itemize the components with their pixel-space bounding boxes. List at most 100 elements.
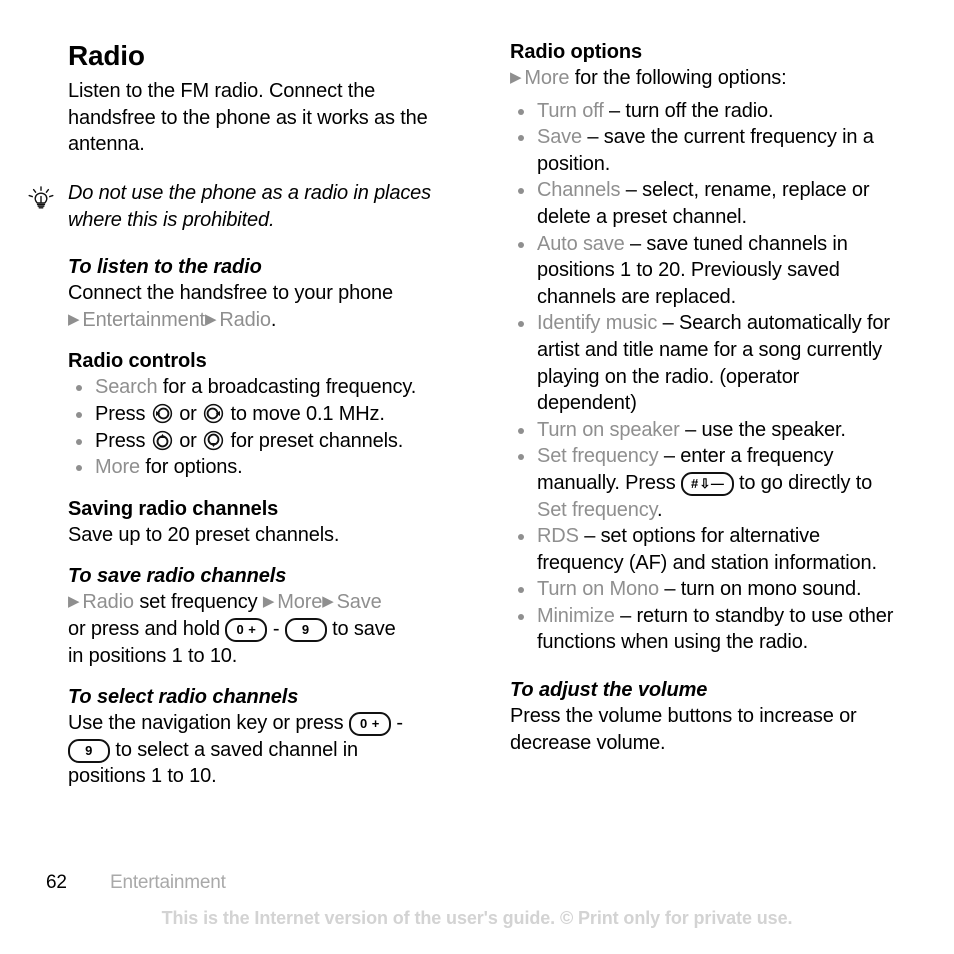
ui-term-turn-on-speaker: Turn on speaker bbox=[537, 418, 680, 441]
path-arrow-icon-2: ▶ bbox=[204, 310, 217, 328]
list-item: More for options. bbox=[68, 454, 458, 481]
ui-term-more: More bbox=[524, 67, 570, 89]
nav-key-up-icon bbox=[152, 430, 173, 451]
list-item: Set frequency – enter a frequency manual… bbox=[510, 443, 900, 523]
key-range-dash: - bbox=[267, 617, 285, 640]
nav-key-left-icon bbox=[152, 403, 173, 424]
list-item: Search for a broadcasting frequency. bbox=[68, 374, 458, 401]
set-frequency-text: set frequency bbox=[133, 591, 263, 614]
list-item: Press or to move 0.1 MHz. bbox=[68, 401, 458, 428]
save-radio-channels-body: ▶ Radio set frequency ▶ More▶ Save or press… bbox=[68, 589, 458, 669]
keycap-hash: #—⇩ bbox=[680, 471, 734, 496]
footer-disclaimer: This is the Internet version of the user… bbox=[161, 908, 793, 928]
list-item: Turn on Mono – turn on mono sound. bbox=[510, 576, 900, 603]
footer-chapter-name: Entertainment bbox=[110, 872, 226, 893]
list-item-text-c: . bbox=[656, 498, 663, 521]
list-item: Channels – select, rename, replace or de… bbox=[510, 177, 900, 230]
ui-term-turn-off: Turn off bbox=[537, 99, 604, 122]
lightbulb-icon bbox=[26, 184, 56, 214]
ui-term-turn-on-mono: Turn on Mono bbox=[537, 578, 659, 601]
heading-to-save-radio-channels: To save radio channels bbox=[68, 565, 287, 588]
list-item-mid: or bbox=[173, 402, 203, 425]
path-arrow-icon-2: ▶ bbox=[262, 593, 275, 611]
ui-term-search: Search bbox=[95, 376, 158, 399]
list-item: Turn on speaker – use the speaker. bbox=[510, 417, 900, 444]
page-number: 62 bbox=[46, 872, 67, 893]
list-item-text: for a broadcasting frequency. bbox=[157, 376, 417, 399]
ui-term-set-frequency: Set frequency bbox=[537, 445, 659, 468]
list-item: Turn off – turn off the radio. bbox=[510, 98, 900, 125]
list-item-text: for options. bbox=[139, 456, 243, 479]
select-tail-3: positions 1 to 10. bbox=[68, 765, 217, 788]
radio-options-lead: ▶ More for the following options: bbox=[510, 65, 900, 92]
ui-term-minimize: Minimize bbox=[537, 604, 615, 627]
key-range-dash: - bbox=[390, 712, 403, 735]
list-item: RDS – set options for alternative freque… bbox=[510, 523, 900, 576]
select-tail-2: to select a saved channel in bbox=[110, 738, 359, 761]
list-item-text: for preset channels. bbox=[225, 429, 404, 452]
list-item-text: – save the current frequency in a positi… bbox=[537, 126, 874, 175]
page-title: Radio bbox=[68, 40, 145, 71]
list-item-prefix: Press bbox=[95, 402, 151, 425]
ui-term-radio: Radio bbox=[219, 308, 271, 331]
list-item-text: – set options for alternative frequency … bbox=[537, 525, 877, 574]
list-item-text: – turn off the radio. bbox=[603, 99, 774, 122]
tip-text: Do not use the phone as a radio in place… bbox=[68, 181, 431, 231]
list-item: Identify music – Search automatically fo… bbox=[510, 310, 900, 416]
ui-term-more: More bbox=[95, 456, 140, 479]
ui-term-channels: Channels bbox=[537, 179, 621, 202]
ui-term-set-frequency-2: Set frequency bbox=[537, 498, 657, 521]
keycap-9: 9 bbox=[284, 617, 327, 642]
list-item-text: – turn on mono sound. bbox=[658, 578, 862, 601]
list-item: Press or for preset channels. bbox=[68, 428, 458, 455]
path-arrow-icon: ▶ bbox=[68, 310, 80, 328]
nav-key-down-icon bbox=[203, 430, 224, 451]
heading-radio-controls: Radio controls bbox=[68, 350, 207, 373]
heading-saving-radio-channels: Saving radio channels bbox=[68, 497, 279, 520]
saving-radio-channels-text: Save up to 20 preset channels. bbox=[68, 523, 340, 546]
save-tail-1: or press and hold bbox=[68, 617, 226, 640]
ui-term-more: More bbox=[277, 591, 323, 614]
ui-term-identify-music: Identify music bbox=[537, 312, 658, 335]
heading-to-select-radio-channels: To select radio channels bbox=[68, 686, 299, 709]
listen-instruction-line: Connect the handsfree to your phone ▶ Ent… bbox=[68, 280, 458, 333]
list-item-text: to move 0.1 MHz. bbox=[225, 402, 385, 425]
list-item: Save – save the current frequency in a p… bbox=[510, 124, 900, 177]
path-arrow-icon: ▶ bbox=[68, 593, 80, 611]
document-page: Radio Listen to the FM radio. Connect th… bbox=[0, 0, 954, 954]
listen-line-text: Connect the handsfree to your phone bbox=[68, 282, 393, 305]
select-tail-1: Use the navigation key or press bbox=[68, 712, 349, 735]
ui-term-rds: RDS bbox=[537, 525, 579, 548]
ui-term-radio: Radio bbox=[82, 591, 134, 614]
save-tail-3: in positions 1 to 10. bbox=[68, 644, 238, 667]
left-column: Radio Listen to the FM radio. Connect th… bbox=[28, 40, 458, 790]
list-item-mid: or bbox=[173, 429, 203, 452]
intro-paragraph: Listen to the FM radio. Connect the hand… bbox=[68, 80, 428, 156]
ui-term-save: Save bbox=[336, 591, 382, 614]
path-period: . bbox=[270, 308, 277, 331]
list-item-text-b: to go directly to bbox=[733, 471, 873, 494]
list-item: Minimize – return to standby to use othe… bbox=[510, 603, 900, 656]
tip-note: Do not use the phone as a radio in place… bbox=[28, 180, 458, 233]
keycap-0-plus: 0 + bbox=[225, 617, 268, 642]
path-arrow-icon-3: ▶ bbox=[322, 593, 334, 611]
keycap-9: 9 bbox=[68, 738, 110, 763]
radio-controls-list: Search for a broadcasting frequency. Pre… bbox=[68, 374, 458, 480]
ui-term-entertainment: Entertainment bbox=[82, 308, 205, 331]
right-column: Radio options ▶ More for the following op… bbox=[510, 40, 900, 756]
list-item-prefix: Press bbox=[95, 429, 151, 452]
keycap-0-plus: 0 + bbox=[348, 712, 391, 737]
heading-radio-options: Radio options bbox=[510, 41, 643, 63]
list-item-text: – use the speaker. bbox=[679, 418, 846, 441]
heading-to-adjust-the-volume: To adjust the volume bbox=[510, 679, 708, 702]
keycap-hash-label: # bbox=[690, 475, 699, 491]
radio-options-lead-text: for the following options: bbox=[569, 67, 787, 89]
path-arrow-icon: ▶ bbox=[510, 69, 522, 86]
radio-options-list: Turn off – turn off the radio. Save – sa… bbox=[510, 98, 900, 656]
ui-term-save: Save bbox=[537, 126, 582, 149]
list-item: Auto save – save tuned channels in posit… bbox=[510, 231, 900, 311]
adjust-volume-text: Press the volume buttons to increase or … bbox=[510, 705, 857, 754]
page-footer: 62 Entertainment This is the Internet ve… bbox=[0, 862, 954, 954]
nav-key-right-icon bbox=[203, 403, 224, 424]
save-tail-2: to save bbox=[326, 617, 396, 640]
